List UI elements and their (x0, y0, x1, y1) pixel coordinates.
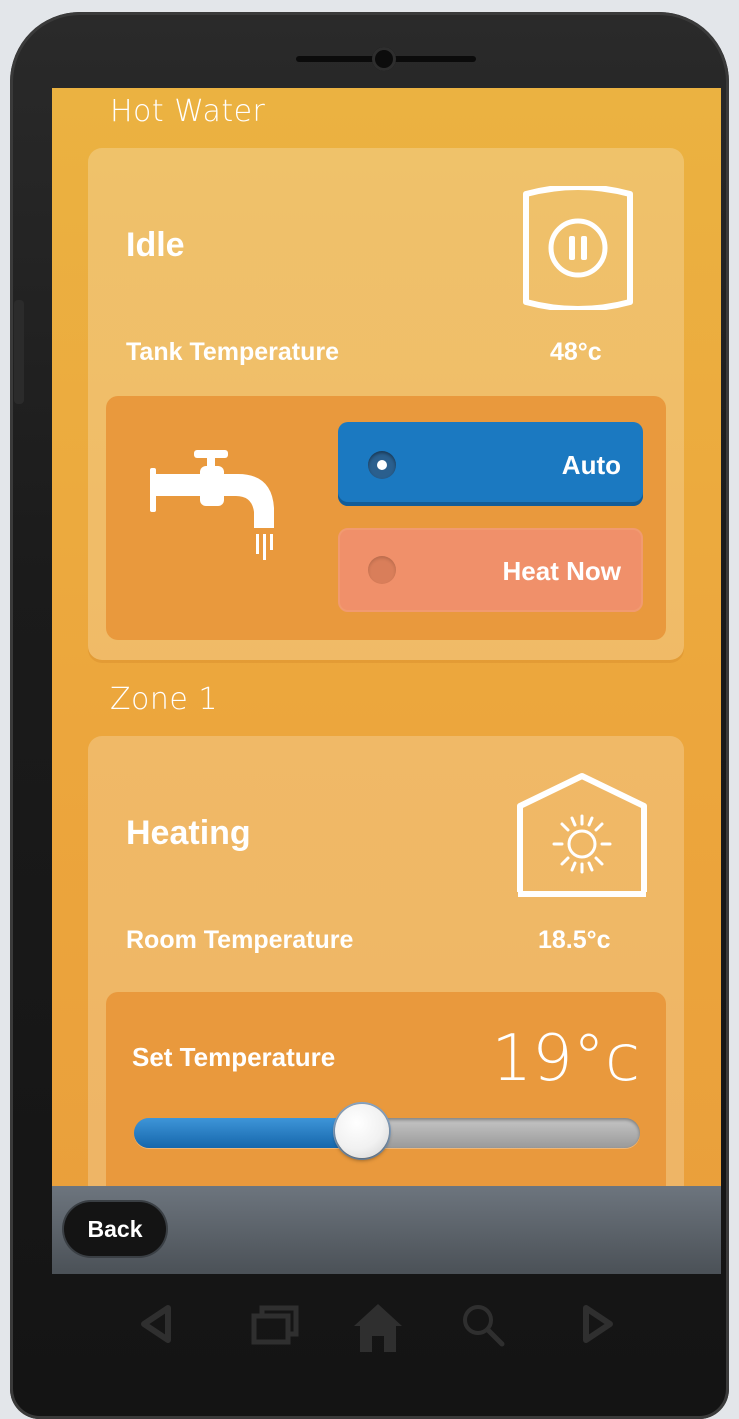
section-title-zone-1: Zone 1 (110, 682, 218, 717)
mode-panel: Auto Heat Now (106, 396, 666, 640)
app-screen: Hot Water Idle Tank Temperature 48°c Aut… (52, 88, 721, 1274)
phone-camera (372, 47, 396, 71)
hot-water-status: Idle (126, 226, 185, 264)
hot-water-card: Idle Tank Temperature 48°c Auto Heat Now (88, 148, 684, 660)
tank-pause-icon (520, 186, 636, 310)
android-nav-bar (0, 1300, 739, 1380)
slider-fill (134, 1118, 366, 1148)
back-button[interactable]: Back (64, 1202, 166, 1256)
heat-now-radio (368, 556, 396, 584)
phone-side-button (14, 300, 24, 404)
phone-frame: Hot Water Idle Tank Temperature 48°c Aut… (10, 12, 729, 1419)
bottom-bar: Back (52, 1186, 721, 1274)
heat-now-button[interactable]: Heat Now (338, 528, 643, 612)
set-temperature-value: 19°c (491, 1022, 640, 1096)
set-temperature-label: Set Temperature (132, 1042, 336, 1072)
slider-thumb[interactable] (334, 1104, 389, 1158)
house-sun-icon (514, 772, 650, 900)
recent-apps-icon[interactable] (248, 1300, 304, 1348)
room-temperature-label: Room Temperature (126, 926, 354, 954)
search-icon[interactable] (458, 1300, 508, 1350)
tap-icon (142, 446, 282, 564)
auto-mode-button[interactable]: Auto (338, 422, 643, 506)
home-icon[interactable] (350, 1300, 406, 1356)
zone-1-card: Heating Room Temperature 18.5°c Set Temp… (88, 736, 684, 1256)
room-temperature-value: 18.5°c (538, 926, 611, 954)
zone-1-status: Heating (126, 814, 251, 852)
auto-mode-label: Auto (561, 450, 621, 480)
section-title-hot-water: Hot Water (110, 94, 266, 129)
back-triangle-icon[interactable] (136, 1300, 176, 1348)
tank-temperature-label: Tank Temperature (126, 338, 340, 366)
heat-now-label: Heat Now (502, 556, 621, 586)
tank-temperature-value: 48°c (550, 338, 602, 366)
forward-triangle-icon[interactable] (578, 1300, 618, 1348)
auto-radio-selected (368, 451, 396, 479)
